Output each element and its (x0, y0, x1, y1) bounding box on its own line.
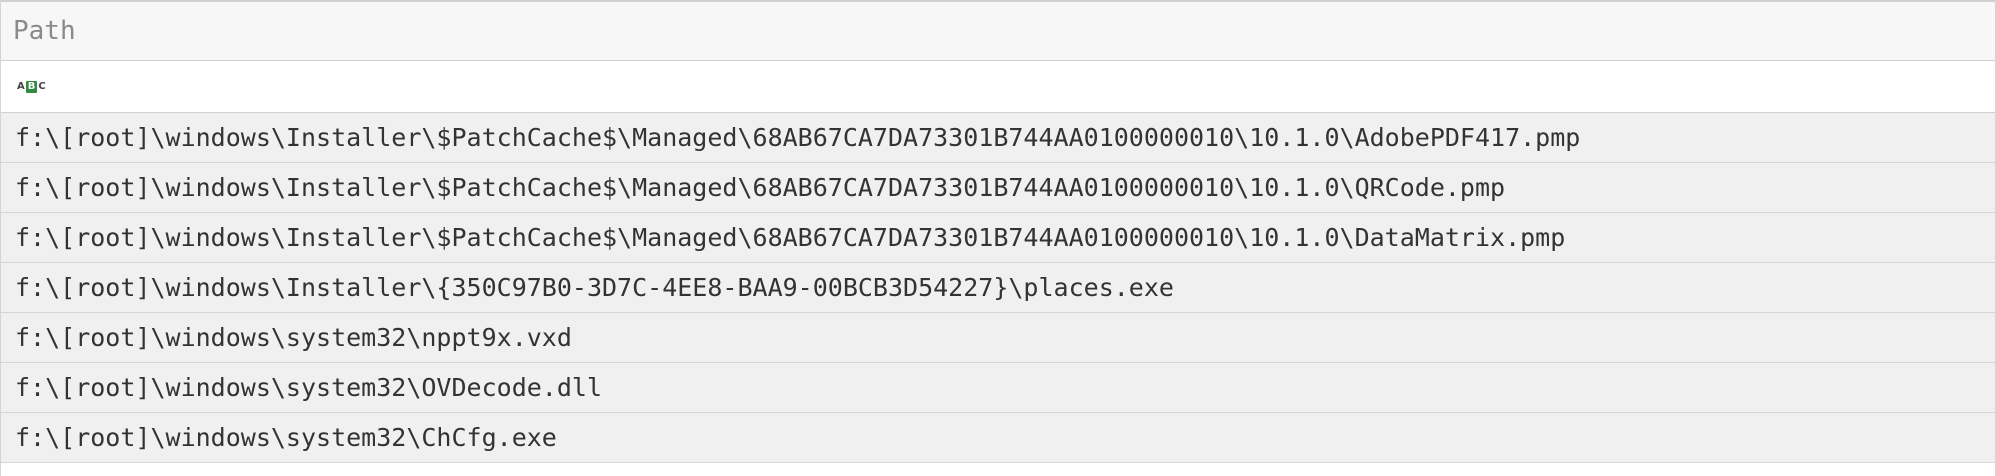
path-cell: f:\[root]\windows\system32\nppt9x.vxd (15, 323, 572, 352)
table-row[interactable]: f:\[root]\windows\system32\nppt9x.vxd (1, 313, 1995, 363)
path-cell: f:\[root]\windows\Installer\$PatchCache$… (15, 123, 1581, 152)
filter-icon-letter-b: B (25, 80, 38, 93)
table-row[interactable]: f:\[root]\windows\Installer\$PatchCache$… (1, 113, 1995, 163)
table-row[interactable]: f:\[root]\windows\Installer\{350C97B0-3D… (1, 263, 1995, 313)
table-row[interactable]: f:\[root]\windows\system32\OVDecode.dll (1, 363, 1995, 413)
path-cell: f:\[root]\windows\Installer\$PatchCache$… (15, 223, 1566, 252)
path-cell: f:\[root]\windows\Installer\{350C97B0-3D… (15, 273, 1174, 302)
path-cell: f:\[root]\windows\system32\ChCfg.exe (15, 423, 557, 452)
table-row[interactable]: f:\[root]\windows\system32\ChCfg.exe (1, 413, 1995, 463)
table-row[interactable]: f:\[root]\windows\Installer\$PatchCache$… (1, 163, 1995, 213)
column-header-label: Path (13, 16, 76, 46)
table-row[interactable]: f:\[root]\windows\Installer\$PatchCache$… (1, 213, 1995, 263)
path-cell: f:\[root]\windows\Installer\$PatchCache$… (15, 173, 1506, 202)
filter-icon-letter-c: C (38, 80, 46, 92)
abc-text-filter-icon[interactable]: A B C (17, 80, 46, 93)
column-header-path[interactable]: Path (1, 0, 1995, 61)
rows-container: f:\[root]\windows\Installer\$PatchCache$… (1, 113, 1995, 463)
filter-icon-letter-a: A (17, 80, 25, 92)
path-cell: f:\[root]\windows\system32\OVDecode.dll (15, 373, 602, 402)
filter-row[interactable]: A B C (1, 61, 1995, 113)
data-grid: Path A B C f:\[root]\windows\Installer\$… (0, 0, 1996, 476)
